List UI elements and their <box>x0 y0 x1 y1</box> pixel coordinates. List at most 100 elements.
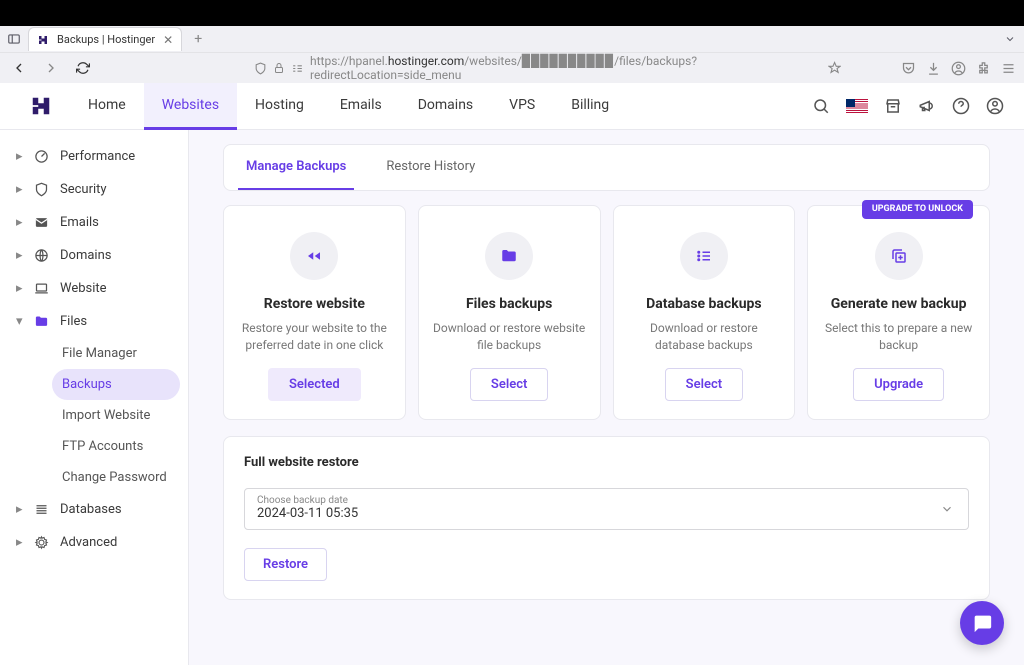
topnav-websites[interactable]: Websites <box>144 83 237 130</box>
card-generate-backup: UPGRADE TO UNLOCK Generate new backup Se… <box>807 205 990 420</box>
sidebar-toggle-icon[interactable] <box>4 29 24 49</box>
back-button[interactable] <box>8 57 30 79</box>
sidebar-item-label: Security <box>60 182 107 197</box>
chevron-right-icon: ▸ <box>16 502 24 517</box>
permissions-icon <box>291 62 304 75</box>
chevron-right-icon: ▸ <box>16 535 24 550</box>
gauge-icon <box>34 149 50 164</box>
tab-manage-backups[interactable]: Manage Backups <box>238 145 354 190</box>
sidebar-item-label: Emails <box>60 215 99 230</box>
card-button-upgrade[interactable]: Upgrade <box>853 368 944 401</box>
topnav-emails[interactable]: Emails <box>322 83 400 130</box>
card-title: Files backups <box>431 296 588 312</box>
sidebar: ▸ Performance ▸ Security ▸ Emails ▸ Doma… <box>0 130 189 665</box>
main-area: ▸ Performance ▸ Security ▸ Emails ▸ Doma… <box>0 130 1024 665</box>
topnav-hosting[interactable]: Hosting <box>237 83 322 130</box>
sidebar-item-label: Databases <box>60 502 122 517</box>
extensions-icon[interactable] <box>976 61 991 76</box>
select-value: 2024-03-11 05:35 <box>257 506 956 521</box>
topnav-vps[interactable]: VPS <box>491 83 553 130</box>
bookmark-star-icon[interactable] <box>828 61 841 75</box>
sidebar-item-security[interactable]: ▸ Security <box>8 173 180 206</box>
tab-restore-history[interactable]: Restore History <box>378 145 483 190</box>
chat-bubble[interactable] <box>960 601 1004 645</box>
topnav-home[interactable]: Home <box>70 83 144 130</box>
sidebar-item-website[interactable]: ▸ Website <box>8 272 180 305</box>
rewind-icon <box>290 232 338 280</box>
browser-tab[interactable]: Backups | Hostinger ✕ <box>28 27 182 51</box>
sidebar-sub-backups[interactable]: Backups <box>52 369 180 400</box>
window-black-bar <box>0 0 1024 26</box>
header-icons <box>812 97 1004 115</box>
folder-icon <box>34 314 50 329</box>
sidebar-sub-filemanager[interactable]: File Manager <box>52 338 180 369</box>
browser-address-row: https://hpanel.hostinger.com/websites/▉▉… <box>0 52 1024 83</box>
sidebar-item-label: Advanced <box>60 535 117 550</box>
select-label: Choose backup date <box>257 495 956 506</box>
flag-us-icon[interactable] <box>846 99 868 113</box>
top-nav: Home Websites Hosting Emails Domains VPS… <box>70 83 627 130</box>
sidebar-item-performance[interactable]: ▸ Performance <box>8 140 180 173</box>
chevron-down-icon <box>940 502 954 516</box>
card-button-select[interactable]: Select <box>470 368 548 401</box>
browser-tabs-row: Backups | Hostinger ✕ + <box>0 26 1024 52</box>
sidebar-files-subitems: File Manager Backups Import Website FTP … <box>8 338 180 493</box>
card-button-selected[interactable]: Selected <box>268 368 361 401</box>
sidebar-sub-ftp[interactable]: FTP Accounts <box>52 431 180 462</box>
new-tab-button[interactable]: + <box>186 31 210 47</box>
card-desc: Download or restore database backups <box>626 320 783 354</box>
browser-chrome: Backups | Hostinger ✕ + https://hpanel.h… <box>0 26 1024 83</box>
chevron-down-icon: ▾ <box>16 314 24 329</box>
shield-icon <box>34 182 50 197</box>
search-icon[interactable] <box>812 97 830 115</box>
globe-icon <box>34 248 50 263</box>
sidebar-item-advanced[interactable]: ▸ Advanced <box>8 526 180 559</box>
tabs-dropdown-icon[interactable] <box>1000 29 1020 49</box>
tab-close-icon[interactable]: ✕ <box>163 33 173 47</box>
gear-icon <box>34 535 50 550</box>
store-icon[interactable] <box>884 97 902 115</box>
topnav-domains[interactable]: Domains <box>400 83 491 130</box>
sidebar-item-files[interactable]: ▾ Files <box>8 305 180 338</box>
sidebar-sub-import[interactable]: Import Website <box>52 400 180 431</box>
list-icon <box>680 232 728 280</box>
sidebar-item-label: Files <box>60 314 87 329</box>
app-header: Home Websites Hosting Emails Domains VPS… <box>0 83 1024 130</box>
database-icon <box>34 502 50 517</box>
hostinger-logo[interactable] <box>30 95 52 117</box>
download-icon[interactable] <box>926 61 941 76</box>
shield-icon <box>254 62 267 75</box>
restore-button[interactable]: Restore <box>244 548 327 581</box>
card-files-backups: Files backups Download or restore websit… <box>418 205 601 420</box>
sidebar-sub-changepwd[interactable]: Change Password <box>52 462 180 493</box>
sidebar-item-emails[interactable]: ▸ Emails <box>8 206 180 239</box>
restore-panel: Full website restore Choose backup date … <box>223 436 990 600</box>
chevron-right-icon: ▸ <box>16 248 24 263</box>
help-icon[interactable] <box>952 97 970 115</box>
sidebar-item-databases[interactable]: ▸ Databases <box>8 493 180 526</box>
menu-icon[interactable] <box>1001 61 1016 76</box>
reload-button[interactable] <box>72 57 94 79</box>
sidebar-item-domains[interactable]: ▸ Domains <box>8 239 180 272</box>
forward-button[interactable] <box>40 57 62 79</box>
laptop-icon <box>34 281 50 296</box>
content: Manage Backups Restore History Restore w… <box>189 130 1024 665</box>
chevron-right-icon: ▸ <box>16 281 24 296</box>
profile-icon[interactable] <box>986 97 1004 115</box>
sidebar-item-label: Performance <box>60 149 135 164</box>
account-icon[interactable] <box>951 61 966 76</box>
card-button-select[interactable]: Select <box>665 368 743 401</box>
chevron-right-icon: ▸ <box>16 215 24 230</box>
upgrade-badge: UPGRADE TO UNLOCK <box>862 200 973 219</box>
megaphone-icon[interactable] <box>918 97 936 115</box>
panel-tabs: Manage Backups Restore History <box>224 145 989 190</box>
card-title: Restore website <box>236 296 393 312</box>
card-desc: Download or restore website file backups <box>431 320 588 354</box>
sidebar-item-label: Domains <box>60 248 111 263</box>
restore-panel-title: Full website restore <box>244 455 969 470</box>
topnav-billing[interactable]: Billing <box>553 83 627 130</box>
pocket-icon[interactable] <box>901 61 916 76</box>
address-bar[interactable]: https://hpanel.hostinger.com/websites/▉▉… <box>104 54 891 82</box>
backup-date-select[interactable]: Choose backup date 2024-03-11 05:35 <box>244 488 969 530</box>
cards-row: Restore website Restore your website to … <box>223 205 990 420</box>
